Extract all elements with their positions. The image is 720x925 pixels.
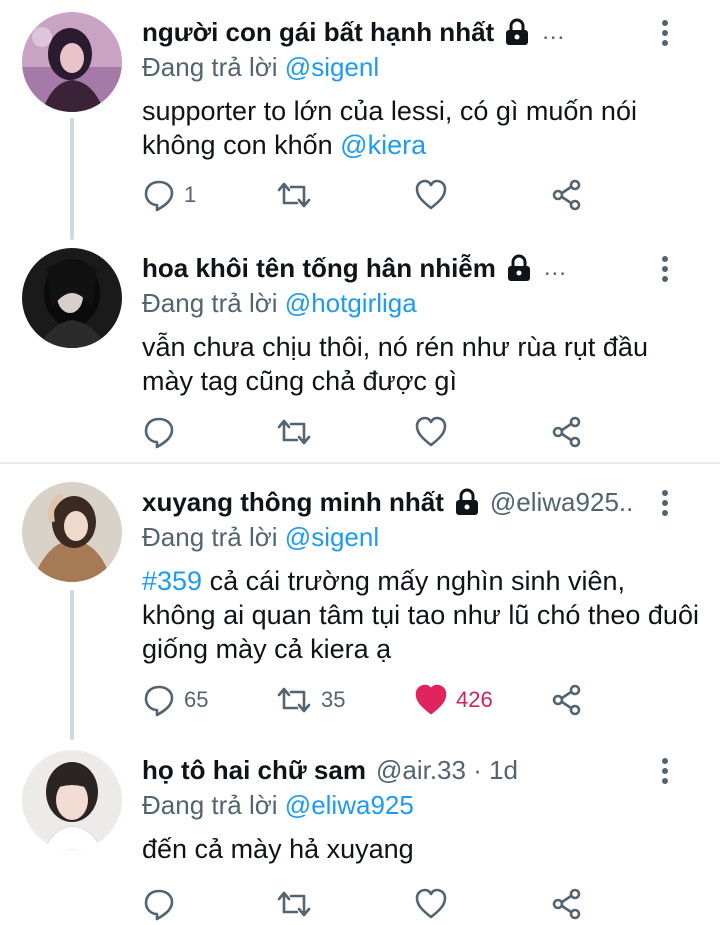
handle-and-time[interactable]: @air.33 · 1d xyxy=(376,755,518,786)
heart-icon xyxy=(415,888,447,919)
name-row: xuyang thông minh nhất @eliwa925.. xyxy=(142,482,662,522)
divider xyxy=(0,462,720,464)
retweet-button[interactable] xyxy=(275,884,313,924)
retweet-icon xyxy=(277,891,311,917)
lock-icon xyxy=(506,18,529,45)
share-button[interactable] xyxy=(550,680,584,720)
reply-icon xyxy=(144,417,174,449)
tweet[interactable]: hoa khôi tên tống hân nhiễm ... Đang trả… xyxy=(0,248,720,458)
tweet-text: vẫn chưa chịu thôi, nó rén như rùa rụt đ… xyxy=(142,330,702,398)
replying-to-mention[interactable]: @hotgirliga xyxy=(285,288,417,318)
retweet-button[interactable]: 35 xyxy=(275,680,345,720)
tweet-text: #359 cả cái trường mấy nghìn sinh viên, … xyxy=(142,564,702,666)
reply-icon xyxy=(144,685,174,717)
name-row: họ tô hai chữ sam @air.33 · 1d xyxy=(142,750,662,790)
reply-button[interactable]: 65 xyxy=(142,680,208,720)
display-name[interactable]: người con gái bất hạnh nhất xyxy=(142,17,494,48)
more-options-icon[interactable] xyxy=(655,756,675,786)
heart-icon xyxy=(415,179,447,210)
lock-icon xyxy=(455,488,478,515)
retweet-button[interactable] xyxy=(275,175,313,215)
handle[interactable]: @eliwa925.. xyxy=(490,487,633,518)
replying-to-mention[interactable]: @sigenl xyxy=(285,52,379,82)
display-name[interactable]: hoa khôi tên tống hân nhiễm xyxy=(142,253,496,284)
display-name[interactable]: xuyang thông minh nhất xyxy=(142,487,444,518)
replying-to: Đang trả lời @eliwa925 xyxy=(142,790,414,821)
like-count: 426 xyxy=(456,687,493,712)
like-button[interactable]: 426 xyxy=(414,680,493,720)
display-name[interactable]: họ tô hai chữ sam xyxy=(142,755,366,786)
more-options-icon[interactable] xyxy=(655,18,675,48)
replying-to: Đang trả lời @hotgirliga xyxy=(142,288,417,319)
reply-button[interactable]: 1 xyxy=(142,175,196,215)
share-button[interactable] xyxy=(550,412,584,452)
replying-to: Đang trả lời @sigenl xyxy=(142,522,379,553)
action-bar xyxy=(142,884,602,924)
action-bar xyxy=(142,412,602,452)
like-button[interactable] xyxy=(414,175,448,215)
share-button[interactable] xyxy=(550,884,584,924)
like-button[interactable] xyxy=(414,884,448,924)
avatar[interactable] xyxy=(22,248,122,348)
reply-count: 65 xyxy=(184,687,209,712)
truncation-ellipsis: ... xyxy=(543,254,567,281)
more-options-icon[interactable] xyxy=(655,488,675,518)
name-row: người con gái bất hạnh nhất ... xyxy=(142,12,662,52)
tweet-mention[interactable]: @kiera xyxy=(340,130,426,160)
tweet[interactable]: người con gái bất hạnh nhất ... Đang trả… xyxy=(0,12,720,227)
share-icon xyxy=(552,416,581,448)
tweet-text: supporter to lớn của lessi, có gì muốn n… xyxy=(142,94,702,162)
name-row: hoa khôi tên tống hân nhiễm ... xyxy=(142,248,662,288)
retweet-icon xyxy=(277,419,311,445)
tweet[interactable]: xuyang thông minh nhất @eliwa925.. Đang … xyxy=(0,482,720,732)
heart-icon xyxy=(415,416,447,447)
share-icon xyxy=(552,888,581,920)
share-icon xyxy=(552,179,581,211)
share-icon xyxy=(552,684,581,716)
lock-icon xyxy=(507,254,530,281)
replying-to-label: Đang trả lời xyxy=(142,522,278,552)
replying-to-label: Đang trả lời xyxy=(142,288,278,318)
replying-to: Đang trả lời @sigenl xyxy=(142,52,379,83)
more-options-icon[interactable] xyxy=(655,254,675,284)
reply-count: 1 xyxy=(184,182,197,207)
retweet-icon xyxy=(277,182,311,208)
avatar[interactable] xyxy=(22,482,122,582)
action-bar: 65 35 426 xyxy=(142,680,602,720)
like-button[interactable] xyxy=(414,412,448,452)
share-button[interactable] xyxy=(550,175,584,215)
tweet[interactable]: họ tô hai chữ sam @air.33 · 1d Đang trả … xyxy=(0,750,720,925)
retweet-icon xyxy=(277,687,311,713)
tweet-text-content: vẫn chưa chịu thôi, nó rén như rùa rụt đ… xyxy=(142,332,648,396)
truncation-ellipsis: ... xyxy=(542,18,566,45)
reply-button[interactable] xyxy=(142,884,176,924)
heart-filled-icon xyxy=(415,684,447,715)
tweet-text-content: đến cả mày hả xuyang xyxy=(142,834,414,864)
replying-to-label: Đang trả lời xyxy=(142,52,278,82)
tweet-hashtag[interactable]: #359 xyxy=(142,566,202,596)
avatar[interactable] xyxy=(22,12,122,112)
retweet-button[interactable] xyxy=(275,412,313,452)
reply-icon xyxy=(144,889,174,921)
action-bar: 1 xyxy=(142,175,602,215)
replying-to-label: Đang trả lời xyxy=(142,790,278,820)
retweet-count: 35 xyxy=(321,687,346,712)
avatar[interactable] xyxy=(22,750,122,850)
replying-to-mention[interactable]: @sigenl xyxy=(285,522,379,552)
tweet-text: đến cả mày hả xuyang xyxy=(142,832,702,866)
reply-button[interactable] xyxy=(142,412,176,452)
replying-to-mention[interactable]: @eliwa925 xyxy=(285,790,414,820)
tweet-text-content: cả cái trường mấy nghìn sinh viên, không… xyxy=(142,566,699,664)
reply-icon xyxy=(144,180,174,212)
